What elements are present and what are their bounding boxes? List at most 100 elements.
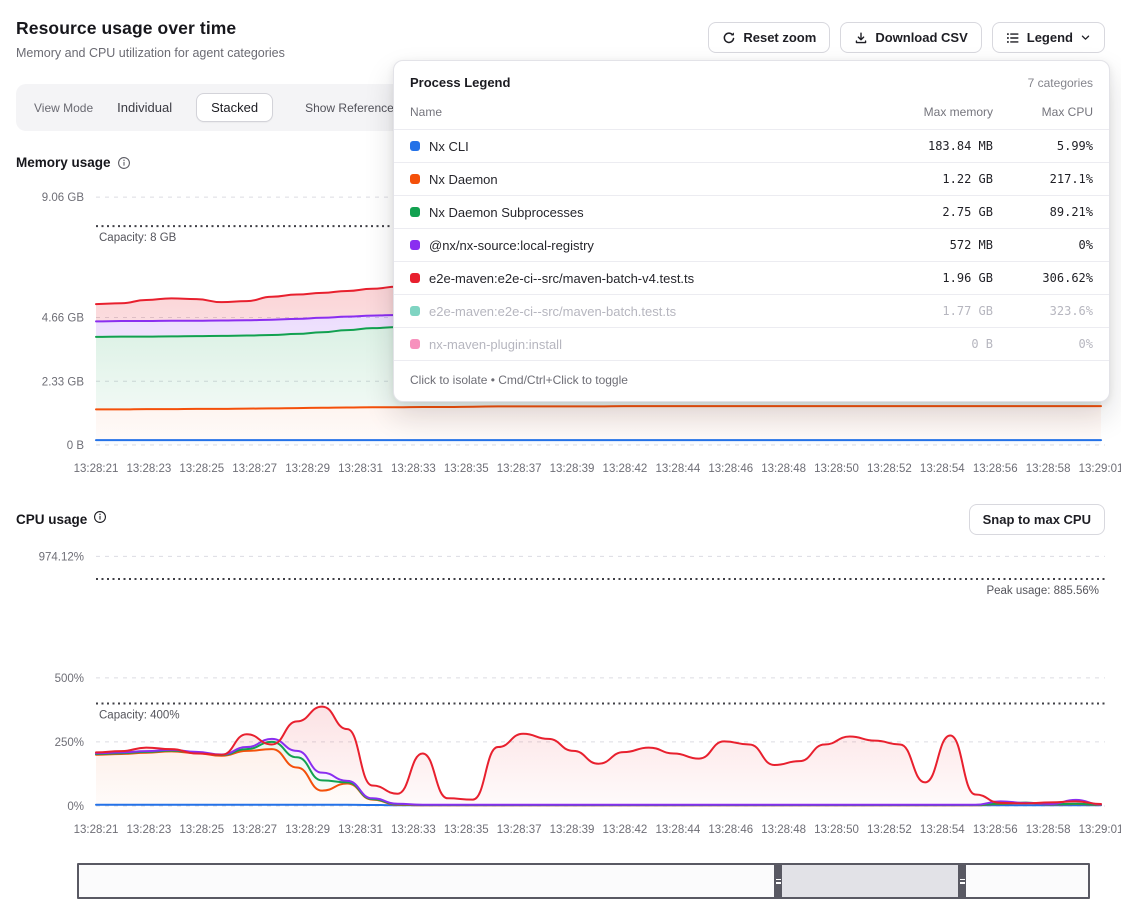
view-mode-individual[interactable]: Individual	[117, 100, 172, 115]
view-mode-label: View Mode	[34, 101, 93, 115]
x-axis-label: 13:28:48	[761, 824, 806, 836]
x-axis-label: 13:28:27	[232, 824, 277, 836]
series-max-cpu: 0%	[993, 337, 1093, 351]
list-icon	[1006, 31, 1020, 45]
x-axis-label: 13:28:21	[74, 824, 119, 836]
y-axis-label: 974.12%	[39, 551, 84, 563]
y-axis-label: 0 B	[67, 440, 85, 452]
x-axis-label: 13:28:23	[127, 824, 172, 836]
x-axis-label: 13:28:56	[973, 463, 1018, 475]
x-axis-label: 13:28:54	[920, 463, 965, 475]
category-count: 7 categories	[1028, 76, 1093, 90]
info-icon[interactable]	[93, 510, 107, 529]
reset-zoom-button[interactable]: Reset zoom	[708, 22, 830, 53]
legend-row[interactable]: Nx Daemon1.22 GB217.1%	[394, 163, 1109, 196]
x-axis-label: 13:28:31	[338, 463, 383, 475]
series-name: @nx/nx-source:local-registry	[429, 238, 843, 253]
cpu-x-axis: 13:28:2113:28:2313:28:2513:28:2713:28:29…	[16, 821, 1105, 841]
legend-row[interactable]: e2e-maven:e2e-ci--src/maven-batch-v4.tes…	[394, 262, 1109, 295]
series-color-dot	[410, 273, 420, 283]
time-range-brush[interactable]	[77, 863, 1090, 899]
cpu-section-header: CPU usage Snap to max CPU	[16, 504, 1105, 535]
chevron-down-icon	[1080, 32, 1091, 43]
brush-handle-left[interactable]	[774, 863, 782, 899]
view-mode-stacked[interactable]: Stacked	[196, 93, 273, 122]
x-axis-label: 13:28:27	[232, 463, 277, 475]
x-axis-label: 13:28:35	[444, 824, 489, 836]
x-axis-label: 13:28:48	[761, 463, 806, 475]
x-axis-label: 13:28:50	[814, 824, 859, 836]
popover-title: Process Legend	[410, 75, 510, 90]
series-color-dot	[410, 240, 420, 250]
y-axis-label: 4.66 GB	[42, 313, 85, 325]
x-axis-label: 13:28:33	[391, 463, 436, 475]
x-axis-label: 13:28:44	[655, 824, 700, 836]
series-name: e2e-maven:e2e-ci--src/maven-batch-v4.tes…	[429, 271, 843, 286]
series-name: e2e-maven:e2e-ci--src/maven-batch.test.t…	[429, 304, 843, 319]
legend-row[interactable]: @nx/nx-source:local-registry572 MB0%	[394, 229, 1109, 262]
x-axis-label: 13:28:37	[497, 824, 542, 836]
process-legend-popover: Process Legend 7 categories Name Max mem…	[393, 60, 1110, 402]
series-max-memory: 572 MB	[843, 238, 993, 252]
x-axis-label: 13:28:39	[550, 824, 595, 836]
series-max-memory: 1.96 GB	[843, 271, 993, 285]
series-max-memory: 0 B	[843, 337, 993, 351]
download-icon	[854, 31, 868, 45]
x-axis-label: 13:28:25	[179, 824, 224, 836]
series-color-dot	[410, 141, 420, 151]
x-axis-label: 13:28:56	[973, 824, 1018, 836]
info-icon[interactable]	[117, 156, 131, 170]
legend-row[interactable]: Nx Daemon Subprocesses2.75 GB89.21%	[394, 196, 1109, 229]
y-axis-label: 0%	[67, 801, 84, 813]
download-csv-button[interactable]: Download CSV	[840, 22, 981, 53]
series-max-memory: 183.84 MB	[843, 139, 993, 153]
legend-table-header: Name Max memory Max CPU	[394, 90, 1109, 130]
legend-row[interactable]: Nx CLI183.84 MB5.99%	[394, 130, 1109, 163]
x-axis-label: 13:28:54	[920, 824, 965, 836]
snap-to-max-cpu-button[interactable]: Snap to max CPU	[969, 504, 1105, 535]
x-axis-label: 13:28:33	[391, 824, 436, 836]
legend-footer-hint: Click to isolate • Cmd/Ctrl+Click to tog…	[394, 361, 1109, 401]
series-color-dot	[410, 174, 420, 184]
page-subtitle: Memory and CPU utilization for agent cat…	[16, 46, 285, 60]
series-area-nx-daemon	[96, 406, 1101, 440]
x-axis-label: 13:28:23	[127, 463, 172, 475]
column-max-memory: Max memory	[843, 105, 993, 119]
series-max-cpu: 217.1%	[993, 172, 1093, 186]
x-axis-label: 13:28:25	[179, 463, 224, 475]
series-name: Nx Daemon Subprocesses	[429, 205, 843, 220]
y-axis-label: 500%	[55, 673, 84, 685]
series-name: Nx Daemon	[429, 172, 843, 187]
x-axis-label: 13:28:46	[708, 824, 753, 836]
x-axis-label: 13:28:42	[603, 824, 648, 836]
reference-line-label: Peak usage: 885.56%	[986, 585, 1099, 597]
memory-x-axis: 13:28:2113:28:2313:28:2513:28:2713:28:29…	[16, 460, 1105, 480]
legend-row[interactable]: e2e-maven:e2e-ci--src/maven-batch.test.t…	[394, 295, 1109, 328]
page-title: Resource usage over time	[16, 18, 285, 39]
brush-selection[interactable]	[782, 865, 958, 897]
x-axis-label: 13:28:44	[655, 463, 700, 475]
cpu-chart[interactable]: 974.12%500%250%0%Peak usage: 885.56%Capa…	[16, 539, 1105, 841]
x-axis-label: 13:28:52	[867, 824, 912, 836]
legend-row[interactable]: nx-maven-plugin:install0 B0%	[394, 328, 1109, 361]
x-axis-label: 13:28:42	[603, 463, 648, 475]
y-axis-label: 2.33 GB	[42, 376, 85, 388]
x-axis-label: 13:29:01	[1079, 824, 1121, 836]
page-header: Resource usage over time Memory and CPU …	[16, 16, 1105, 60]
y-axis-label: 9.06 GB	[42, 192, 85, 204]
legend-button[interactable]: Legend	[992, 22, 1105, 53]
series-max-cpu: 306.62%	[993, 271, 1093, 285]
cpu-chart-svg[interactable]: 974.12%500%250%0%Peak usage: 885.56%Capa…	[16, 539, 1105, 816]
reference-line-label: Capacity: 8 GB	[99, 232, 177, 244]
series-max-memory: 2.75 GB	[843, 205, 993, 219]
brush-handle-right[interactable]	[958, 863, 966, 899]
column-name: Name	[410, 105, 843, 119]
series-color-dot	[410, 207, 420, 217]
y-axis-label: 250%	[55, 737, 84, 749]
series-max-cpu: 5.99%	[993, 139, 1093, 153]
x-axis-label: 13:29:01	[1079, 463, 1121, 475]
series-max-cpu: 89.21%	[993, 205, 1093, 219]
x-axis-label: 13:28:52	[867, 463, 912, 475]
x-axis-label: 13:28:39	[550, 463, 595, 475]
x-axis-label: 13:28:58	[1026, 824, 1071, 836]
